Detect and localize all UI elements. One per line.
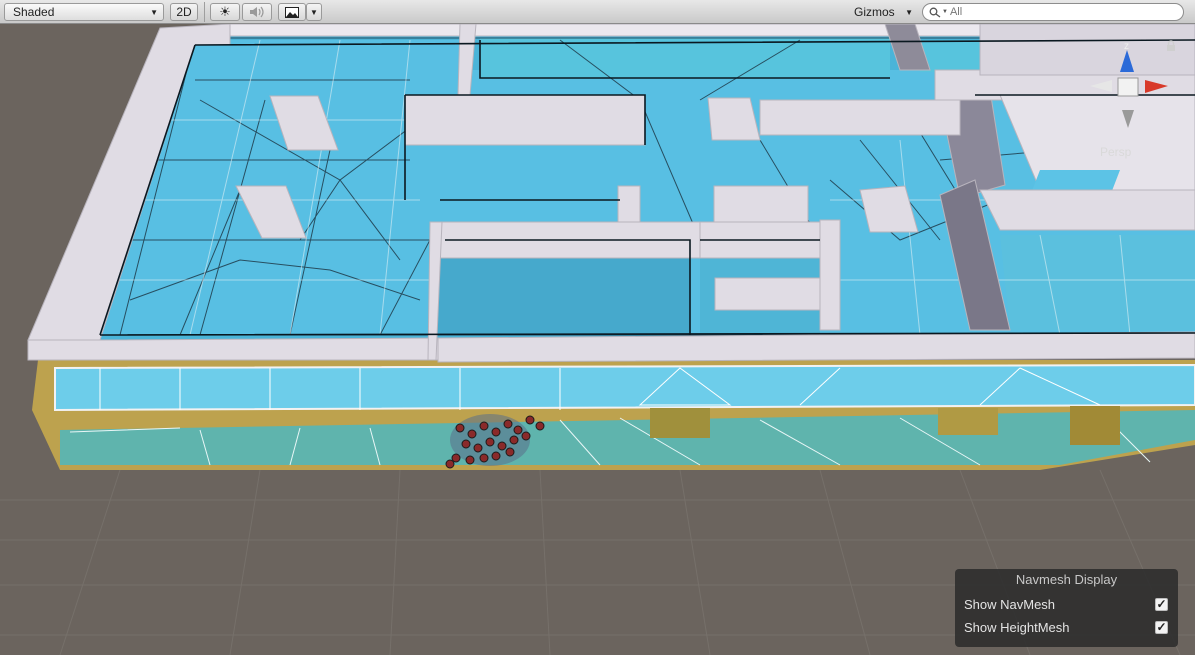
scene-search-input[interactable]: ▼ All bbox=[922, 3, 1184, 21]
chevron-down-icon: ▼ bbox=[905, 7, 913, 17]
scene-lighting-button[interactable]: ☀ bbox=[210, 3, 240, 21]
show-heightmesh-label: Show HeightMesh bbox=[964, 619, 1070, 635]
lock-icon[interactable] bbox=[1166, 40, 1176, 51]
toggle-2d-button[interactable]: 2D bbox=[170, 3, 198, 21]
sun-icon: ☀ bbox=[219, 4, 231, 19]
show-navmesh-label: Show NavMesh bbox=[964, 596, 1056, 612]
toggle-2d-label: 2D bbox=[176, 5, 192, 19]
scene-effects-dropdown[interactable]: ▼ bbox=[306, 3, 322, 21]
gizmos-label: Gizmos bbox=[854, 5, 895, 19]
toolbar-divider bbox=[204, 2, 205, 22]
scene-effects-button[interactable] bbox=[278, 3, 306, 21]
chevron-down-icon: ▼ bbox=[310, 7, 318, 17]
scene-viewport[interactable]: z Persp bbox=[0, 24, 1195, 655]
scene-audio-button[interactable] bbox=[242, 3, 272, 21]
shading-mode-dropdown[interactable]: Shaded ▼ bbox=[4, 3, 164, 21]
scene-toolbar: Shaded ▼ 2D ☀ ▼ Gizmos ▼ ▼ All bbox=[0, 0, 1195, 24]
shading-mode-label: Shaded bbox=[13, 5, 55, 19]
chevron-down-icon: ▼ bbox=[942, 9, 948, 15]
show-heightmesh-checkbox[interactable]: ✓ bbox=[1155, 620, 1168, 634]
gizmo-projection-label[interactable]: Persp bbox=[1100, 145, 1132, 159]
lower-floor bbox=[32, 360, 1195, 470]
navmesh-display-panel: Navmesh Display Show NavMesh ✓ Show Heig… bbox=[955, 569, 1178, 647]
speaker-icon bbox=[250, 6, 264, 18]
search-placeholder: All bbox=[949, 6, 963, 18]
search-icon bbox=[929, 7, 941, 18]
chevron-down-icon: ▼ bbox=[150, 7, 158, 17]
gizmo-axis-z: z bbox=[1124, 41, 1129, 52]
panel-title: Navmesh Display bbox=[1015, 572, 1118, 587]
show-heightmesh-row[interactable]: Show HeightMesh ✓ bbox=[964, 617, 1168, 637]
image-icon bbox=[285, 6, 299, 18]
show-navmesh-row[interactable]: Show NavMesh ✓ bbox=[964, 594, 1168, 614]
gizmos-dropdown[interactable]: Gizmos ▼ bbox=[848, 3, 916, 21]
show-navmesh-checkbox[interactable]: ✓ bbox=[1155, 597, 1168, 611]
